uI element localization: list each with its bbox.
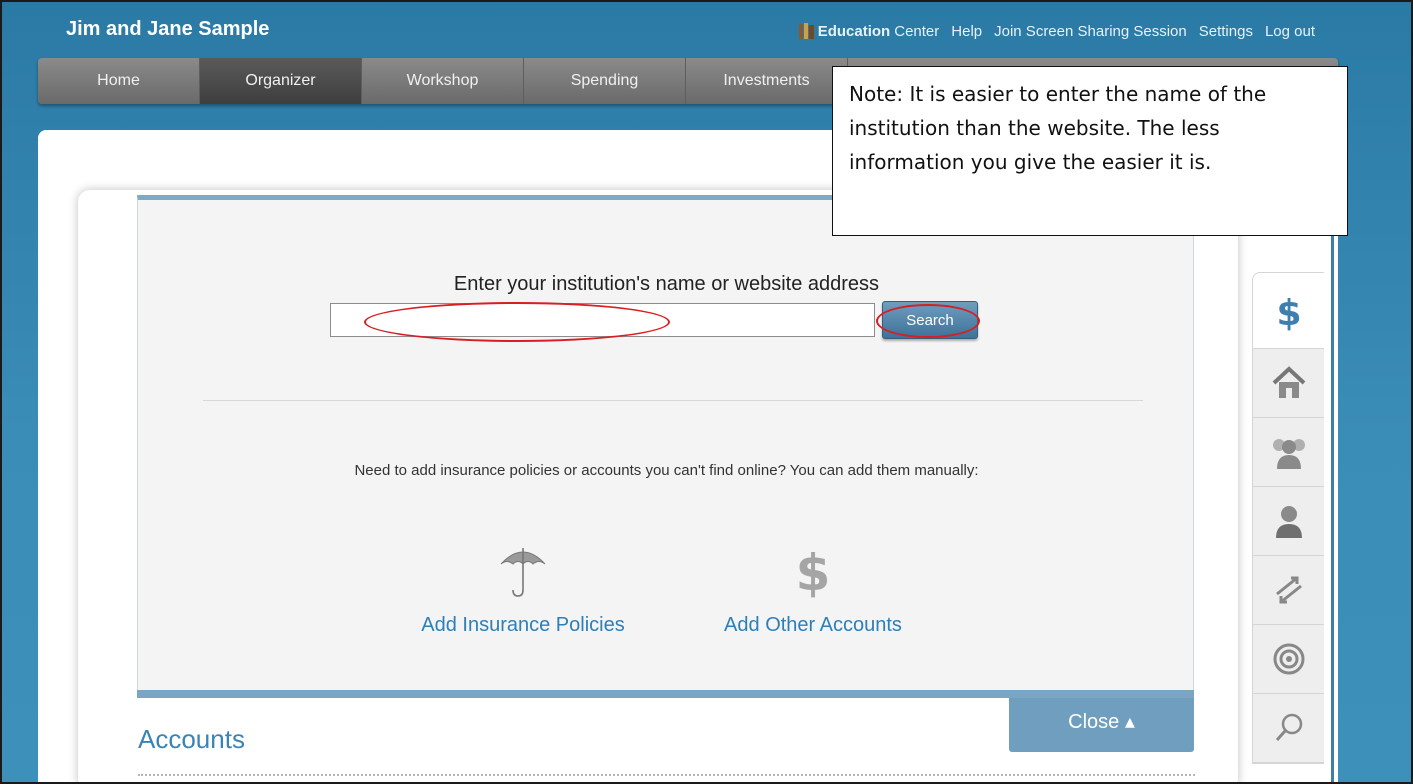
add-other-accounts-option[interactable]: $ Add Other Accounts [698,540,928,637]
side-tab-people[interactable] [1253,418,1324,487]
nav-home[interactable]: Home [38,58,200,104]
umbrella-icon [500,548,546,597]
arrows-icon [1275,576,1302,604]
note-callout: Note: It is easier to enter the name of … [832,66,1348,236]
side-tab-accounts[interactable]: $ [1253,273,1324,349]
nav-organizer[interactable]: Organizer [200,58,362,104]
settings-link[interactable]: Settings [1199,23,1253,40]
add-insurance-option[interactable]: Add Insurance Policies [408,540,638,637]
add-other-accounts-label: Add Other Accounts [724,614,902,636]
help-link[interactable]: Help [951,23,982,40]
svg-text:$: $ [796,544,831,602]
app-window: Jim and Jane Sample Education Center Hel… [0,0,1413,784]
institution-search-input[interactable] [330,303,875,337]
search-title: Enter your institution's name or website… [453,273,880,295]
books-icon [798,23,814,39]
education-link-bold: Education [817,22,891,40]
side-tab-goals[interactable] [1253,625,1324,694]
close-button[interactable]: Close ▴ [1009,698,1194,752]
accounts-heading: Accounts [138,724,245,754]
person-icon [1275,506,1302,538]
people-icon [1272,439,1305,469]
panel-bottom-bar [137,690,1194,698]
dollar-icon: $ [1276,293,1301,331]
side-tab-search[interactable] [1253,694,1324,763]
manual-add-text: Need to add insurance policies or accoun… [354,462,979,479]
svg-text:$: $ [1276,293,1301,331]
nav-investments[interactable]: Investments [686,58,848,104]
add-account-panel: Enter your institution's name or website… [137,195,1194,692]
side-tab-person[interactable] [1253,487,1324,556]
side-tab-home[interactable] [1253,349,1324,418]
nav-spending[interactable]: Spending [524,58,686,104]
user-name: Jim and Jane Sample [66,18,270,40]
education-center-link[interactable]: Education Center [798,22,940,40]
nav-workshop[interactable]: Workshop [362,58,524,104]
screen-sharing-link[interactable]: Join Screen Sharing Session [994,23,1187,40]
top-links: Education Center Help Join Screen Sharin… [798,22,1315,40]
side-tab-bar: $ [1252,272,1324,764]
education-link-rest: Center [894,22,940,40]
target-icon [1273,643,1304,675]
magnifier-icon [1275,713,1302,741]
search-button[interactable]: Search [882,301,978,339]
home-icon [1272,366,1305,398]
dollar-icon: $ [796,544,831,602]
dotted-divider [138,774,1195,776]
logout-link[interactable]: Log out [1265,23,1315,40]
side-tab-transfers[interactable] [1253,556,1324,625]
divider [203,400,1143,401]
add-insurance-label: Add Insurance Policies [421,614,625,636]
